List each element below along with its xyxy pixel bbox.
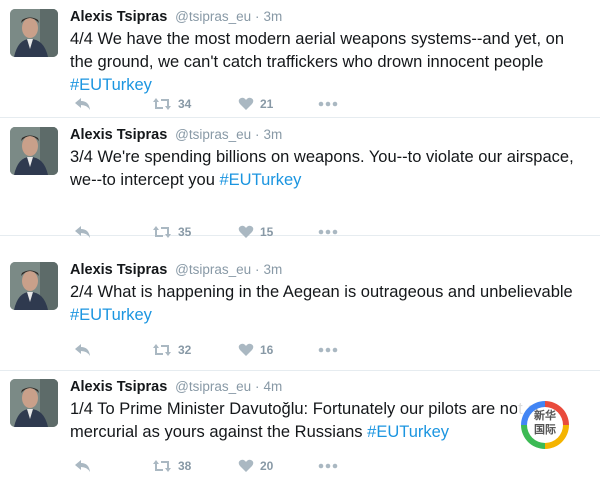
like-button[interactable]: 20 xyxy=(238,458,273,474)
like-button[interactable]: 15 xyxy=(238,224,273,240)
heart-icon xyxy=(238,343,254,356)
hashtag-link[interactable]: #EUTurkey xyxy=(220,171,302,189)
tweet-text: 2/4 What is happening in the Aegean is o… xyxy=(70,281,585,327)
tweet-text-line: 3/4 We're spending billions on weapons. … xyxy=(70,148,574,166)
separator: · xyxy=(255,9,260,24)
hashtag-link[interactable]: #EUTurkey xyxy=(367,423,449,441)
like-count: 21 xyxy=(260,97,274,111)
more-dots-icon xyxy=(318,463,338,469)
author-handle[interactable]: @tsipras_eu xyxy=(175,9,251,24)
author-name[interactable]: Alexis Tsipras xyxy=(70,127,167,143)
more-button[interactable] xyxy=(318,96,338,112)
hashtag-link[interactable]: #EUTurkey xyxy=(70,306,152,324)
avatar[interactable] xyxy=(10,9,58,57)
avatar-image xyxy=(10,9,58,57)
like-button[interactable]: 21 xyxy=(238,96,273,112)
more-dots-icon xyxy=(318,101,338,107)
reply-icon xyxy=(75,460,90,472)
tweet-header: Alexis Tsipras @tsipras_eu · 3m xyxy=(70,261,282,278)
tweet-text: 1/4 To Prime Minister Davutoğlu: Fortuna… xyxy=(70,398,585,444)
watermark-logo: 新华 国际 xyxy=(517,395,573,453)
retweet-icon xyxy=(153,98,171,110)
avatar-image xyxy=(10,379,58,427)
author-name[interactable]: Alexis Tsipras xyxy=(70,9,167,25)
avatar-image xyxy=(10,262,58,310)
tweet-header: Alexis Tsipras @tsipras_eu · 3m xyxy=(70,8,282,25)
retweet-icon xyxy=(153,460,171,472)
more-button[interactable] xyxy=(318,342,338,358)
author-handle[interactable]: @tsipras_eu xyxy=(175,262,251,277)
avatar[interactable] xyxy=(10,262,58,310)
reply-button[interactable] xyxy=(74,458,92,474)
retweet-icon xyxy=(153,226,171,238)
tweet-text: 4/4 We have the most modern aerial weapo… xyxy=(70,28,585,97)
tweet-header: Alexis Tsipras @tsipras_eu · 3m xyxy=(70,126,282,143)
separator: · xyxy=(255,262,260,277)
watermark-text: 新华 国际 xyxy=(527,409,563,437)
tweet-item[interactable]: Alexis Tsipras @tsipras_eu · 4m 1/4 To P… xyxy=(0,370,600,480)
retweet-button[interactable]: 35 xyxy=(152,224,191,240)
reply-icon xyxy=(75,98,90,110)
like-count: 20 xyxy=(260,459,274,473)
more-button[interactable] xyxy=(318,458,338,474)
author-handle[interactable]: @tsipras_eu xyxy=(175,379,251,394)
timestamp[interactable]: 3m xyxy=(263,127,282,142)
reply-icon xyxy=(75,344,90,356)
avatar[interactable] xyxy=(10,379,58,427)
retweet-button[interactable]: 34 xyxy=(152,96,191,112)
heart-icon xyxy=(238,225,254,238)
tweet-text-line: mercurial as yours against the Russians xyxy=(70,423,363,441)
tweet-text-line: the ground, we can't catch traffickers w… xyxy=(70,53,544,71)
author-name[interactable]: Alexis Tsipras xyxy=(70,379,167,395)
retweet-count: 38 xyxy=(178,459,192,473)
tweet-text: 3/4 We're spending billions on weapons. … xyxy=(70,146,585,192)
like-count: 16 xyxy=(260,343,274,357)
like-button[interactable]: 16 xyxy=(238,342,273,358)
tweet-text-line: 2/4 What is happening in the Aegean is o… xyxy=(70,283,573,301)
tweet-item[interactable]: Alexis Tsipras @tsipras_eu · 3m 3/4 We'r… xyxy=(0,118,600,239)
reply-icon xyxy=(75,226,90,238)
more-button[interactable] xyxy=(318,224,338,240)
retweet-button[interactable]: 32 xyxy=(152,342,191,358)
like-count: 15 xyxy=(260,225,274,239)
reply-button[interactable] xyxy=(74,96,92,112)
retweet-count: 32 xyxy=(178,343,192,357)
tweet-timeline: Alexis Tsipras @tsipras_eu · 3m 4/4 We h… xyxy=(0,0,600,480)
heart-icon xyxy=(238,97,254,110)
hashtag-link[interactable]: #EUTurkey xyxy=(70,76,152,94)
avatar[interactable] xyxy=(10,127,58,175)
timestamp[interactable]: 3m xyxy=(263,262,282,277)
retweet-count: 34 xyxy=(178,97,192,111)
tweet-text-line: we--to intercept you xyxy=(70,171,215,189)
tweet-item[interactable]: Alexis Tsipras @tsipras_eu · 3m 4/4 We h… xyxy=(0,0,600,118)
avatar-image xyxy=(10,127,58,175)
tweet-text-line: 4/4 We have the most modern aerial weapo… xyxy=(70,30,565,48)
div: 国际 xyxy=(534,424,556,436)
div: 新华 xyxy=(534,410,556,422)
retweet-icon xyxy=(153,344,171,356)
author-handle[interactable]: @tsipras_eu xyxy=(175,127,251,142)
retweet-count: 35 xyxy=(178,225,192,239)
reply-button[interactable] xyxy=(74,224,92,240)
author-name[interactable]: Alexis Tsipras xyxy=(70,262,167,278)
timestamp[interactable]: 3m xyxy=(263,9,282,24)
separator: · xyxy=(255,379,260,394)
reply-button[interactable] xyxy=(74,342,92,358)
tweet-header: Alexis Tsipras @tsipras_eu · 4m xyxy=(70,378,282,395)
more-dots-icon xyxy=(318,229,338,235)
tweet-text-line: 1/4 To Prime Minister Davutoğlu: Fortuna… xyxy=(70,400,545,418)
tweet-item[interactable]: Alexis Tsipras @tsipras_eu · 3m 2/4 What… xyxy=(0,253,600,371)
more-dots-icon xyxy=(318,347,338,353)
separator: · xyxy=(255,127,260,142)
timestamp[interactable]: 4m xyxy=(263,379,282,394)
heart-icon xyxy=(238,459,254,472)
retweet-button[interactable]: 38 xyxy=(152,458,191,474)
